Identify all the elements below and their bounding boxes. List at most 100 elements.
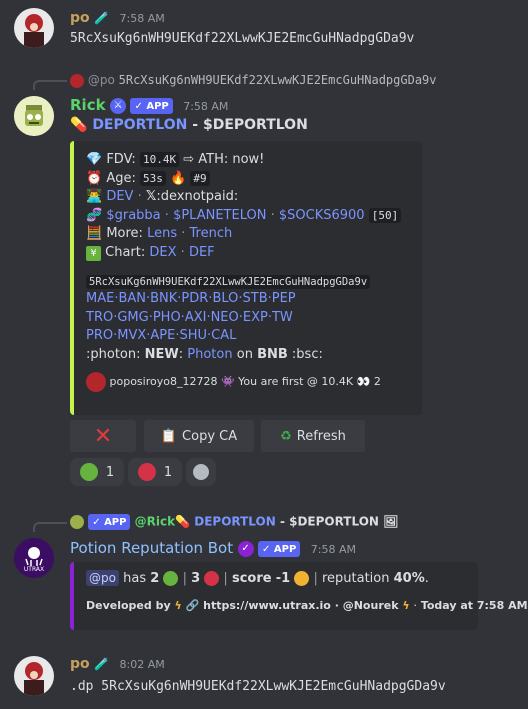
reply-connector — [33, 80, 67, 90]
footer-user: poposiroyo8_12728 — [109, 375, 218, 388]
reaction-red[interactable]: 1 — [128, 458, 182, 486]
reply-avatar-icon — [70, 515, 84, 529]
recycle-icon: ♻ — [280, 428, 292, 444]
fdv-line: 💎 FDV: 10.4K ⇨ ATH: now! — [86, 152, 265, 167]
lightning-icon: ϟ — [402, 599, 410, 612]
reputation-footer: Developed by ϟ 🔗 https://www.utrax.io · … — [86, 599, 528, 612]
avatar-po[interactable] — [14, 656, 54, 696]
msg1-header: po 🧪 7:58 AM — [70, 10, 165, 26]
footer-time: Today at 7:58 AM — [420, 599, 528, 612]
diamond-icon: 💎 — [86, 152, 103, 167]
clock-icon: ⏰ — [86, 170, 103, 186]
utrax-url[interactable]: https://www.utrax.io — [203, 599, 331, 612]
red-circle-icon — [137, 463, 156, 481]
social-link-3[interactable]: $SOCKS6900 — [279, 208, 365, 223]
token-title-link[interactable]: DEPORTLON — [92, 117, 187, 133]
def-link[interactable]: DEF — [189, 245, 215, 260]
fire-icon: 🔥 — [170, 170, 187, 186]
age-line: ⏰ Age: 53s 🔥 #9 — [86, 170, 416, 189]
username-rick[interactable]: Rick — [70, 96, 106, 114]
contract-address[interactable]: 5RcXsuKg6nWH9UEKdf22XLwwKJE2EmcGuHNadpgG… — [86, 275, 371, 289]
verified-icon: ✓ — [237, 541, 254, 557]
token-embed: 💎 FDV: 10.4K ⇨ ATH: now! ⏰ Age: 53s 🔥 #9… — [70, 141, 422, 415]
avatar-bot[interactable]: UTRAX — [14, 538, 54, 578]
msg2-title: 💊 DEPORTLON - $DEPORTLON — [70, 117, 308, 133]
footer-text: You are first @ 10.4K — [238, 375, 354, 388]
platform-links-row1[interactable]: MAE·BAN·BNK·PDR·BLO·STB·PEP — [86, 290, 416, 309]
msg3-header: Potion Reputation Bot ✓ ✓ APP 7:58 AM — [70, 539, 356, 557]
reputation-embed: @po has 2 | 3 | score -1 | reputation 40… — [70, 562, 528, 630]
social-count: [50] — [368, 207, 402, 223]
eyes-icon: 👀 — [356, 375, 371, 388]
fdv-value: 10.4K — [139, 152, 180, 167]
x-icon[interactable]: 𝕏 — [146, 189, 156, 204]
more-line: 🧮 More: Lens · Trench — [86, 226, 233, 241]
reply-author: @Rick — [134, 514, 176, 529]
reputation-line: @po has 2 | 3 | score -1 | reputation 40… — [86, 570, 429, 586]
abacus-icon: 🧮 — [86, 226, 103, 241]
timestamp: 7:58 AM — [310, 543, 356, 556]
chart-line: ¥ Chart: DEX · DEF — [86, 244, 416, 263]
photon-line: :photon: NEW: Photon on BNB :bsc: — [86, 346, 323, 362]
refresh-button[interactable]: ♻ Refresh — [261, 420, 365, 452]
footer-avatar — [86, 372, 106, 392]
dna-icon: 🧬 — [86, 207, 103, 223]
chart-icon: ¥ — [86, 245, 101, 261]
timestamp: 8:02 AM — [119, 658, 165, 671]
embed-accent-bar — [70, 141, 74, 415]
smiley-icon — [193, 464, 209, 480]
token-title-rest: - $DEPORTLON — [187, 117, 308, 133]
social-link-2[interactable]: $PLANETELON — [173, 208, 266, 223]
message-text: .dp 5RcXsuKg6nWH9UEKdf22XLwwKJE2EmcGuHNa… — [70, 679, 446, 694]
app-badge: ✓ APP — [130, 98, 173, 114]
reaction-green[interactable]: 1 — [70, 458, 124, 486]
green-circle-icon — [79, 463, 98, 481]
image-icon: 🖼 — [383, 514, 399, 529]
platform-links-row3[interactable]: PRO·MVX·APE·SHU·CAL — [86, 327, 416, 346]
reply-title-link: DEPORTLON — [194, 514, 276, 529]
crossed-swords-icon: ⚔ — [110, 98, 127, 114]
developer-icon: 👨‍💻 — [86, 189, 103, 204]
close-button[interactable]: ✕ — [70, 420, 136, 452]
link-icon: 🔗 — [185, 599, 200, 612]
reply-preview-bot[interactable]: ✓ APP @Rick💊 DEPORTLON - $DEPORTLON 🖼 — [70, 514, 398, 530]
lens-link[interactable]: Lens — [147, 226, 177, 241]
embed-accent-bar — [70, 562, 74, 630]
socials-line: 🧬 $grabba · $PLANETELON · $SOCKS6900 [50… — [86, 207, 416, 226]
add-reaction-button[interactable] — [186, 458, 216, 486]
photon-link[interactable]: Photon — [187, 347, 232, 362]
coin-icon — [294, 571, 310, 586]
copy-ca-button[interactable]: 📋 Copy CA — [144, 420, 254, 452]
mention-po[interactable]: @po — [86, 570, 119, 586]
age-rank: #9 — [190, 170, 210, 186]
dex-link[interactable]: DEX — [149, 245, 176, 260]
username-po[interactable]: po — [70, 656, 90, 672]
timestamp: 7:58 AM — [183, 100, 229, 113]
social-link-1[interactable]: $grabba — [106, 208, 160, 223]
app-badge: ✓ APP — [258, 541, 301, 557]
dev-link[interactable]: DEV — [106, 189, 133, 204]
username-po[interactable]: po — [70, 10, 90, 26]
reply-connector — [33, 522, 67, 532]
reply-preview[interactable]: @po 5RcXsuKg6nWH9UEKdf22XLwwKJE2EmcGuHNa… — [70, 73, 437, 88]
message-text: 5RcXsuKg6nWH9UEKdf22XLwwKJE2EmcGuHNadpgG… — [70, 31, 415, 46]
embed-footer: poposiroyo8_12728 👾 You are first @ 10.4… — [86, 372, 416, 392]
sparkle-icon: 👾 — [220, 375, 235, 388]
clipboard-icon: 📋 — [160, 428, 178, 444]
dev-line: 👨‍💻 DEV · 𝕏:dexnotpaid: — [86, 189, 239, 204]
trench-link[interactable]: Trench — [190, 226, 233, 241]
pill-icon: 💊 — [175, 514, 191, 529]
username-bot[interactable]: Potion Reputation Bot — [70, 539, 233, 557]
msg4-header: po 🧪 8:02 AM — [70, 656, 165, 672]
avatar-rick[interactable] — [14, 96, 54, 136]
msg2-header: Rick ⚔ ✓ APP 7:58 AM — [70, 96, 228, 114]
platform-links-row2[interactable]: TRO·GMG·PHO·AXI·NEO·EXP·TW — [86, 309, 416, 328]
timestamp: 7:58 AM — [119, 12, 165, 25]
reply-avatar-icon — [70, 73, 84, 88]
footer-author: @Nourek — [342, 599, 399, 612]
green-circle-icon — [163, 571, 179, 586]
footer-count: 2 — [373, 375, 381, 388]
avatar-po[interactable] — [14, 8, 54, 48]
red-circle-icon — [204, 571, 220, 586]
reply-text: 5RcXsuKg6nWH9UEKdf22XLwwKJE2EmcGuHNadpgG… — [118, 73, 437, 87]
